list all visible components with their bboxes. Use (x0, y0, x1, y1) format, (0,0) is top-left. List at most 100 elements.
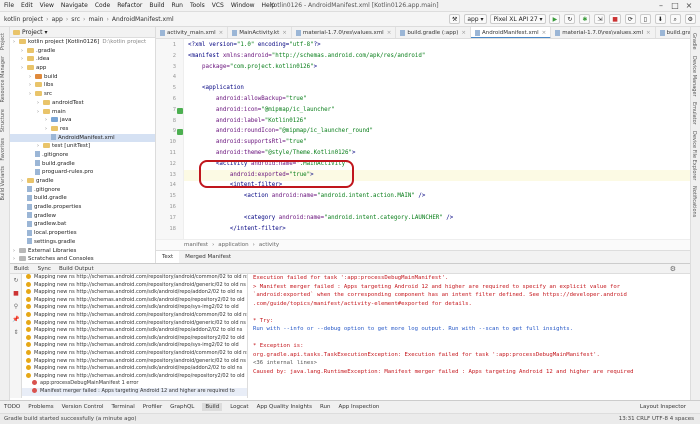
editor-bottom-tab[interactable]: Merged Manifest (179, 251, 237, 263)
tree-item[interactable]: › External Libraries (10, 247, 155, 256)
build-message[interactable]: Mapping new ns http://schemas.android.co… (22, 357, 247, 366)
tree-item[interactable]: gradlew.bat (10, 220, 155, 229)
build-message[interactable]: Mapping new ns http://schemas.android.co… (22, 274, 247, 282)
menu-item-run[interactable]: Run (171, 2, 183, 9)
menu-item-navigate[interactable]: Navigate (61, 2, 88, 9)
tree-item[interactable]: › kotlin project [Kotlin0126] D:\kotlin pr… (10, 38, 155, 47)
stop-icon[interactable]: ■ (10, 290, 22, 300)
tool-window-notifications[interactable]: Notifications (691, 186, 697, 217)
build-message[interactable]: Mapping new ns http://schemas.android.co… (22, 327, 247, 335)
refresh-icon[interactable]: ↻ (564, 14, 576, 24)
tree-item[interactable]: › src (10, 90, 155, 99)
menu-item-file[interactable]: File (4, 2, 14, 9)
device-select[interactable]: Pixel XL API 27 ▾ (490, 14, 546, 24)
sdk-manager-icon[interactable]: ⬇ (654, 14, 666, 24)
tool-window-resource-manager[interactable]: Resource Manager (0, 56, 6, 102)
menu-item-refactor[interactable]: Refactor (117, 2, 142, 9)
xml-breadcrumb-item[interactable]: activity (259, 242, 279, 248)
tool-button-app-quality-insights[interactable]: App Quality Insights (257, 404, 312, 410)
debug-icon[interactable]: ✱ (579, 14, 591, 24)
tree-item[interactable]: › build (10, 73, 155, 82)
build-message[interactable]: Mapping new ns http://schemas.android.co… (22, 372, 247, 381)
layout-inspector-button[interactable]: Layout Inspector (640, 404, 686, 410)
tool-window-emulator[interactable]: Emulator (691, 102, 697, 125)
tool-window-device-file-explorer[interactable]: Device File Explorer (691, 131, 697, 180)
tool-button-graphql[interactable]: GraphQL (170, 404, 194, 410)
editor-tab[interactable]: AndroidManifest.xml × (470, 27, 552, 38)
tree-item[interactable]: .gitignore (10, 186, 155, 195)
xml-breadcrumb-item[interactable]: application (218, 242, 248, 248)
build-message[interactable]: Mapping new ns http://schemas.android.co… (22, 304, 247, 312)
tree-item[interactable]: › java (10, 116, 155, 125)
build-message[interactable]: Mapping new ns http://schemas.android.co… (22, 281, 247, 290)
tree-item[interactable]: local.properties (10, 229, 155, 238)
menu-item-edit[interactable]: Edit (21, 2, 33, 9)
minimize-icon[interactable]: – (654, 1, 668, 10)
editor-tab[interactable]: build.gradle (:app) × (396, 27, 471, 38)
close-icon[interactable]: × (542, 30, 547, 36)
tool-button-problems[interactable]: Problems (28, 404, 53, 410)
tree-item[interactable]: › Scratches and Consoles (10, 255, 155, 263)
rerun-icon[interactable]: ↻ (10, 277, 22, 287)
editor-tab[interactable]: activity_main.xml × (156, 27, 229, 38)
build-message[interactable]: Manifest merger failed : Apps targeting … (22, 387, 247, 396)
stop-icon[interactable]: ■ (609, 14, 621, 24)
editor-tab[interactable]: material-1.7.0\res\values.xml × (551, 27, 656, 38)
run-icon[interactable]: ▶ (549, 14, 561, 24)
search-icon[interactable]: ⌕ (669, 14, 681, 24)
menu-item-view[interactable]: View (40, 2, 54, 9)
build-message[interactable]: Mapping new ns http://schemas.android.co… (22, 342, 247, 350)
close-icon[interactable]: × (387, 30, 392, 36)
tree-item[interactable]: build.gradle (10, 160, 155, 169)
close-icon[interactable]: × (219, 30, 224, 36)
tab-sync[interactable]: Sync (38, 266, 51, 272)
attach-icon[interactable]: ⇲ (594, 14, 606, 24)
run-config-select[interactable]: app ▾ (464, 14, 487, 24)
project-panel-header[interactable]: Project ▾ (10, 27, 155, 38)
tree-item[interactable]: › libs (10, 81, 155, 90)
tool-button-version-control[interactable]: Version Control (62, 404, 104, 410)
tool-window-structure[interactable]: Structure (0, 109, 6, 132)
expand-icon[interactable]: ⇕ (10, 329, 22, 339)
tool-window-build-variants[interactable]: Build Variants (0, 166, 6, 200)
tool-button-build[interactable]: Build (202, 403, 223, 411)
build-message[interactable]: Mapping new ns http://schemas.android.co… (22, 311, 247, 320)
editor-tab[interactable]: material-1.7.0\res\values.xml × (292, 27, 397, 38)
build-message[interactable]: Mapping new ns http://schemas.android.co… (22, 365, 247, 373)
sync-icon[interactable]: ⟳ (624, 14, 636, 24)
build-message[interactable]: Mapping new ns http://schemas.android.co… (22, 289, 247, 297)
tab-build-output[interactable]: Build Output (59, 266, 94, 272)
menu-item-tools[interactable]: Tools (190, 2, 205, 9)
editor-tab[interactable]: build.gradle (Kotl...× (656, 27, 690, 38)
tool-window-favorites[interactable]: Favorites (0, 138, 6, 161)
tree-item[interactable]: gradlew (10, 212, 155, 221)
gear-icon[interactable]: ⚙ (684, 14, 696, 24)
tree-item[interactable]: › androidTest (10, 99, 155, 108)
breadcrumb-item[interactable]: src (71, 16, 80, 23)
breadcrumb-item[interactable]: main (88, 16, 103, 23)
maximize-icon[interactable]: □ (668, 1, 682, 10)
tool-button-terminal[interactable]: Terminal (111, 404, 134, 410)
tree-item[interactable]: › main (10, 108, 155, 117)
tool-button-profiler[interactable]: Profiler (143, 404, 162, 410)
build-message[interactable]: Mapping new ns http://schemas.android.co… (22, 319, 247, 328)
menu-item-build[interactable]: Build (149, 2, 164, 9)
tree-item[interactable]: › .gradle (10, 47, 155, 56)
close-icon[interactable]: × (682, 1, 696, 10)
pin-icon[interactable]: 📌 (10, 316, 22, 326)
breadcrumb-item[interactable]: app (52, 16, 63, 23)
xml-breadcrumb-item[interactable]: manifest (184, 242, 208, 248)
tree-item[interactable]: › app (10, 64, 155, 73)
gear-icon[interactable]: ⚙ (670, 265, 676, 273)
tree-item[interactable]: › gradle (10, 177, 155, 186)
breadcrumb-item[interactable]: AndroidManifest.xml (112, 16, 174, 23)
menu-item-code[interactable]: Code (95, 2, 110, 9)
tree-item[interactable]: settings.gradle (10, 238, 155, 247)
tool-window-project[interactable]: Project (0, 33, 6, 50)
tool-button-logcat[interactable]: Logcat (230, 404, 248, 410)
close-icon[interactable]: × (282, 30, 287, 36)
editor-tab[interactable]: MainActivity.kt × (228, 27, 292, 38)
tree-item[interactable]: › test [unitTest] (10, 142, 155, 151)
tool-button-app-inspection[interactable]: App Inspection (339, 404, 380, 410)
build-message[interactable]: Mapping new ns http://schemas.android.co… (22, 349, 247, 358)
